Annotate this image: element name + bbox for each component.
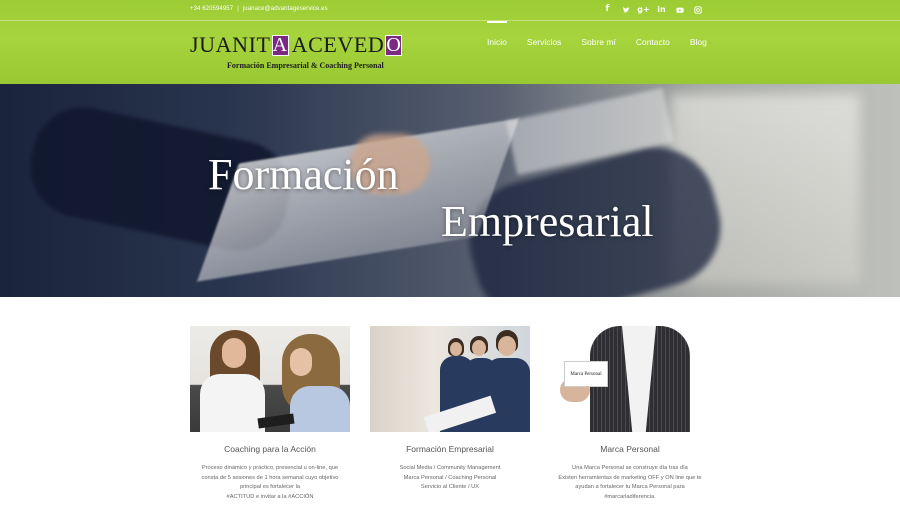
- twitter-icon[interactable]: [621, 4, 630, 15]
- card-text-line: #ACTITUD e invitar a la #ACCIÓN: [226, 493, 314, 500]
- service-card-coaching[interactable]: Coaching para la Acción Proceso dinámico…: [190, 326, 350, 502]
- card-text-line: Marca Personal / Coaching Personal: [403, 474, 497, 481]
- card-text-line: Servicio al Cliente / UX: [420, 484, 480, 490]
- logo-box-letter: A: [271, 34, 289, 56]
- top-bar: +34 620594957 | juanace@advantageservice.e…: [0, 0, 900, 21]
- nav-item-contacto[interactable]: Contacto: [636, 37, 670, 47]
- phone-number[interactable]: +34 620594957: [190, 6, 233, 12]
- social-links: f g+ in: [603, 4, 702, 15]
- card-text-line: Una Marca Personal se construye día tras…: [572, 465, 688, 471]
- nav-item-sobre-mi[interactable]: Sobre mí: [581, 37, 616, 47]
- card-text-line: Social Media / Community Management: [399, 465, 501, 471]
- email-link[interactable]: juanace@advantageservice.es: [243, 6, 328, 12]
- hero-title-line2: Empresarial: [441, 197, 654, 246]
- service-card-marca[interactable]: Marca Personal Marca Personal Una Marca …: [550, 326, 710, 502]
- nav-item-inicio[interactable]: Inicio: [487, 21, 507, 47]
- card-text-line: consta de 5 sesiones de 1 hora semanal c…: [201, 474, 339, 481]
- nav-item-blog[interactable]: Blog: [690, 37, 707, 47]
- card-text-line: Existen herramientas de marketing OFF y …: [558, 474, 702, 481]
- site-header: +34 620594957 | juanace@advantageservice.e…: [0, 0, 900, 84]
- services-section: Coaching para la Acción Proceso dinámico…: [190, 326, 710, 511]
- google-plus-icon[interactable]: g+: [637, 4, 649, 15]
- facebook-icon[interactable]: f: [603, 4, 612, 15]
- youtube-icon[interactable]: [675, 4, 684, 15]
- card-text-line: ayudan a fortalecer tu Marca Personal pa…: [575, 484, 685, 490]
- logo-text-first: JUANIT: [190, 32, 271, 57]
- top-contact: +34 620594957 | juanace@advantageservice.e…: [190, 6, 328, 12]
- logo-tagline: Formación Empresarial & Coaching Persona…: [227, 61, 384, 70]
- main-nav: Inicio Servicios Sobre mí Contacto Blog: [487, 21, 727, 47]
- hero-banner: [0, 84, 900, 297]
- contact-separator: |: [237, 6, 239, 12]
- logo-text-last: ACEVED: [291, 32, 385, 57]
- card-text-line: Proceso dinámico y práctico, presencial …: [201, 465, 339, 471]
- card-title[interactable]: Marca Personal: [550, 444, 710, 454]
- service-card-formacion[interactable]: Formación Empresarial Social Media / Com…: [370, 326, 530, 493]
- card-text-line: #marcarladiferencia.: [604, 493, 656, 500]
- instagram-icon[interactable]: [693, 4, 702, 15]
- linkedin-icon[interactable]: in: [657, 4, 666, 15]
- marca-image[interactable]: Marca Personal: [550, 326, 710, 432]
- hero-title-line1: Formación: [208, 150, 399, 199]
- card-title[interactable]: Coaching para la Acción: [190, 444, 350, 454]
- site-logo[interactable]: JUANIT A ACEVED O Formación Empresarial & C…: [190, 34, 416, 70]
- card-text-line: principal es fortalecer la: [239, 484, 301, 490]
- formacion-image[interactable]: [370, 326, 530, 432]
- nav-item-servicios[interactable]: Servicios: [527, 37, 561, 47]
- card-description: Social Media / Community Management Marc…: [370, 464, 530, 493]
- card-title[interactable]: Formación Empresarial: [370, 444, 530, 454]
- card-description: Proceso dinámico y práctico, presencial …: [190, 464, 350, 502]
- logo-box-letter: O: [385, 34, 403, 56]
- card-description: Una Marca Personal se construye día tras…: [550, 464, 710, 502]
- coaching-image[interactable]: [190, 326, 350, 432]
- business-card: Marca Personal: [564, 361, 608, 387]
- logo-wordmark: JUANIT A ACEVED O: [190, 34, 416, 56]
